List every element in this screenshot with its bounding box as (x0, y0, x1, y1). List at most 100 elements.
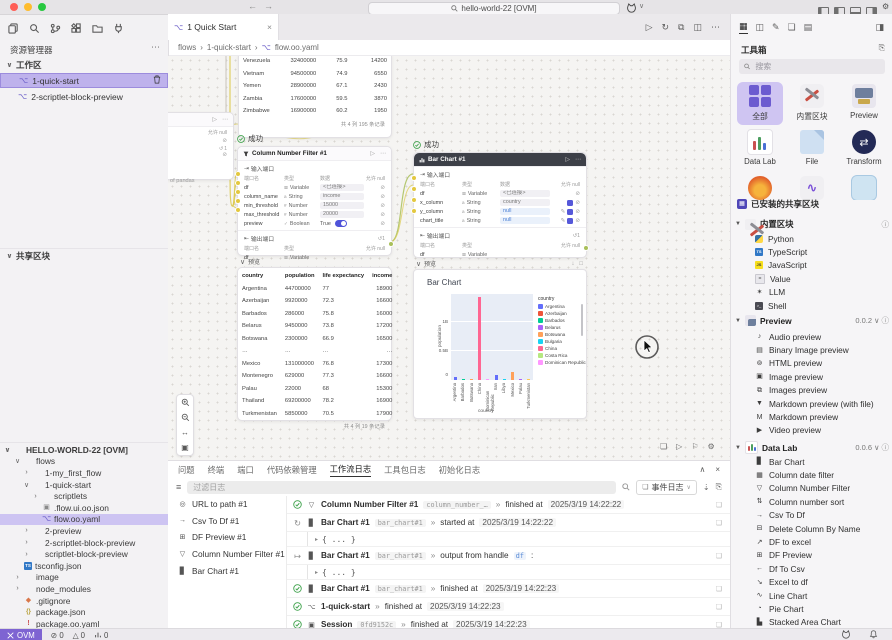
port-value[interactable]: country (500, 199, 550, 206)
block-item[interactable]: ▊ Bar Chart (731, 455, 892, 468)
maximize-window-button[interactable] (38, 3, 46, 11)
nullable-icon[interactable]: ⊘ (380, 212, 385, 218)
workspace-section-header[interactable]: ∨ 工作区 (0, 58, 168, 72)
nullable-icon[interactable]: ⊘ (575, 191, 580, 197)
tree-item[interactable]: › scriptlets (0, 490, 168, 502)
breadcrumb-item[interactable]: flow.oo.yaml (275, 43, 319, 52)
command-center-search[interactable]: hello-world-22 [OVM] (368, 2, 620, 15)
block-item[interactable]: ↗ DF to excel (731, 535, 892, 548)
category-partial-3[interactable] (841, 174, 887, 200)
zoom-out-icon[interactable] (177, 410, 193, 425)
log-row[interactable]: ↦ ▊ Bar Chart #1 bar_chart#1 » output fr… (287, 547, 730, 565)
input-port-dot[interactable] (235, 180, 241, 186)
panel-tab[interactable]: 初始化日志 (439, 464, 481, 476)
workspace-item[interactable]: ⌥ 1-quick-start (0, 73, 168, 88)
chevron-down-icon[interactable]: ∨ (415, 260, 422, 268)
panel-tab[interactable]: 端口 (237, 464, 254, 476)
block-item[interactable]: >_ Shell (731, 299, 892, 312)
block-item[interactable]: ⊟ Delete Column By Name (731, 522, 892, 535)
tree-item[interactable]: TS tsconfig.json (0, 560, 168, 572)
log-filter-input[interactable] (187, 481, 616, 494)
chat-tab-icon[interactable]: ❏ (788, 22, 796, 33)
run-node-icon[interactable]: ▷ (565, 156, 570, 163)
block-item[interactable]: ⊞ DF Preview (731, 549, 892, 562)
filter-list-icon[interactable]: ≡ (176, 482, 181, 492)
comment-icon[interactable]: ❏ (716, 552, 722, 560)
open-log-icon[interactable]: ⎘ (716, 482, 722, 492)
log-row[interactable]: ▊ Bar Chart #1 bar_chart#1 » finished at… (287, 580, 730, 598)
chevron-down-icon[interactable]: ∨ (874, 443, 880, 452)
group-preview[interactable]: ▼ Preview 0.0.2∨ⓘ (735, 315, 889, 326)
log-detail-row[interactable]: ▸ { ... } (287, 532, 730, 547)
group-builtin[interactable]: ▼ 内置区块 ⓘ (735, 218, 889, 230)
event-log-dropdown[interactable]: ❏ 事件日志 ∨ (636, 480, 697, 495)
info-icon[interactable]: ⓘ (882, 442, 890, 453)
legend-scrollbar[interactable] (581, 304, 583, 336)
run-node-icon[interactable]: ▷ (212, 116, 217, 123)
tree-item[interactable]: › 1-my_first_flow (0, 467, 168, 479)
node-column-number-filter[interactable]: Column Number Filter #1 ▷⋯ ⇥输入端口 端口名 类型 … (237, 146, 392, 256)
info-icon[interactable]: ⓘ (882, 315, 890, 326)
node-run-item[interactable]: ⊞ DF Preview #1 (168, 529, 286, 546)
edit-tab-icon[interactable]: ✎ (772, 22, 780, 33)
tree-item[interactable]: ▣ .flow.ui.oo.json (0, 502, 168, 514)
block-item[interactable]: ▣ Image preview (731, 370, 892, 383)
mascot-chevron-icon[interactable]: ∨ (639, 2, 644, 10)
log-row[interactable]: ▽ Column Number Filter #1 column_number_… (287, 496, 730, 514)
extensions-icon[interactable] (69, 21, 84, 36)
expand-icon[interactable]: ▸ (315, 569, 318, 576)
forward-icon[interactable]: → (264, 1, 273, 11)
version-label[interactable]: 0.0.6 (855, 443, 872, 452)
block-item[interactable]: ▽ Column Number Filter (731, 482, 892, 495)
node-more-icon[interactable]: ⋯ (380, 150, 386, 157)
panel-tab[interactable]: 终端 (208, 464, 225, 476)
workspace-item[interactable]: ⌥ 2-scriptlet-block-preview (0, 89, 168, 104)
run-all-icon[interactable]: ▷ (676, 442, 682, 451)
category-partial-1[interactable] (737, 174, 783, 200)
port-value[interactable]: null (500, 208, 550, 215)
files-icon[interactable] (6, 21, 21, 36)
tree-item[interactable]: ! package.oo.yaml (0, 618, 168, 628)
ui-binding-chip[interactable] (567, 209, 573, 215)
block-item[interactable]: Python (731, 232, 892, 245)
block-item[interactable]: = Value (731, 272, 892, 285)
port-value[interactable]: income (320, 193, 364, 200)
source-control-icon[interactable] (48, 21, 63, 36)
fit-view-icon[interactable]: ▣ (177, 440, 193, 455)
block-item[interactable]: M Markdown preview (731, 410, 892, 423)
node-more-icon[interactable]: ⋯ (222, 116, 228, 123)
new-block-icon[interactable]: ⎘ (879, 43, 885, 53)
more-actions-icon[interactable]: ⋯ (711, 22, 720, 33)
back-icon[interactable]: ← (248, 1, 257, 11)
output-port-dot[interactable] (388, 241, 394, 247)
log-detail-row[interactable]: ▸ { ... } (287, 565, 730, 580)
nullable-icon[interactable]: ⊘ (575, 200, 580, 206)
warnings-indicator[interactable]: △0 (73, 631, 85, 640)
explorer-more-icon[interactable]: ⋯ (151, 42, 160, 53)
folder-icon[interactable] (90, 21, 105, 36)
tree-item[interactable]: › 2-scriptlet-block-preview (0, 537, 168, 549)
block-item[interactable]: ✶ LLM (731, 286, 892, 299)
block-item[interactable]: ← Df To Csv (731, 562, 892, 575)
port-value[interactable]: <已连接> (500, 190, 550, 197)
nullable-icon[interactable]: ⊘ (575, 218, 580, 224)
tree-item[interactable]: › image (0, 572, 168, 584)
nullable-icon[interactable]: ⊘ (380, 194, 385, 200)
tree-item[interactable]: › node_modules (0, 583, 168, 595)
comment-icon[interactable]: ❏ (716, 603, 722, 611)
settings-gear-icon[interactable]: ⚙ (882, 2, 889, 11)
fit-width-icon[interactable]: ↔ (177, 425, 193, 440)
block-item[interactable]: → Csv To Df (731, 509, 892, 522)
nullable-icon[interactable]: ⊘ (222, 152, 227, 158)
tree-item[interactable]: {} package.json (0, 606, 168, 618)
close-panel-icon[interactable]: × (715, 465, 720, 474)
nullable-icon[interactable]: ⊘ (222, 138, 227, 144)
edit-icon[interactable]: ✎ (561, 209, 566, 215)
block-item[interactable]: ◔ Pie Chart (731, 602, 892, 615)
nullable-icon[interactable]: ⊘ (575, 209, 580, 215)
chevron-down-icon[interactable]: ∨ (239, 258, 246, 266)
toolbox-tab-icon[interactable]: ▦ (739, 21, 748, 34)
nullable-icon[interactable]: ⊘ (380, 185, 385, 191)
run-flow-icon[interactable]: ▷ (646, 22, 653, 33)
category-file[interactable]: File (789, 128, 835, 166)
